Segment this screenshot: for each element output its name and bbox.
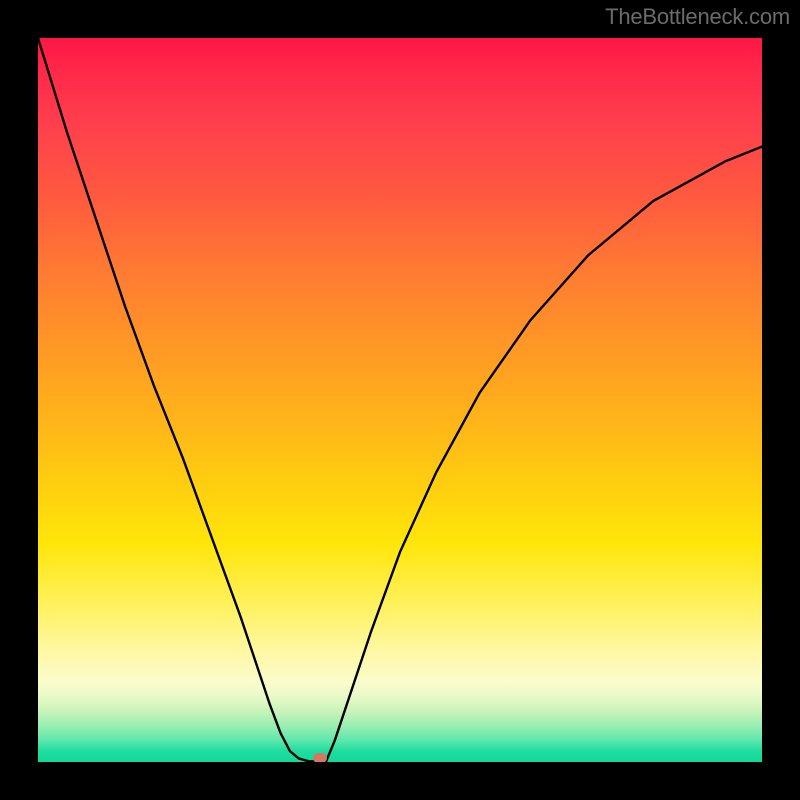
watermark-text: TheBottleneck.com [605,4,790,30]
bottleneck-curve-path [38,38,762,761]
bottleneck-curve-svg [38,38,762,762]
outer-frame: TheBottleneck.com [0,0,800,800]
best-point-marker [313,753,327,762]
plot-area [38,38,762,762]
